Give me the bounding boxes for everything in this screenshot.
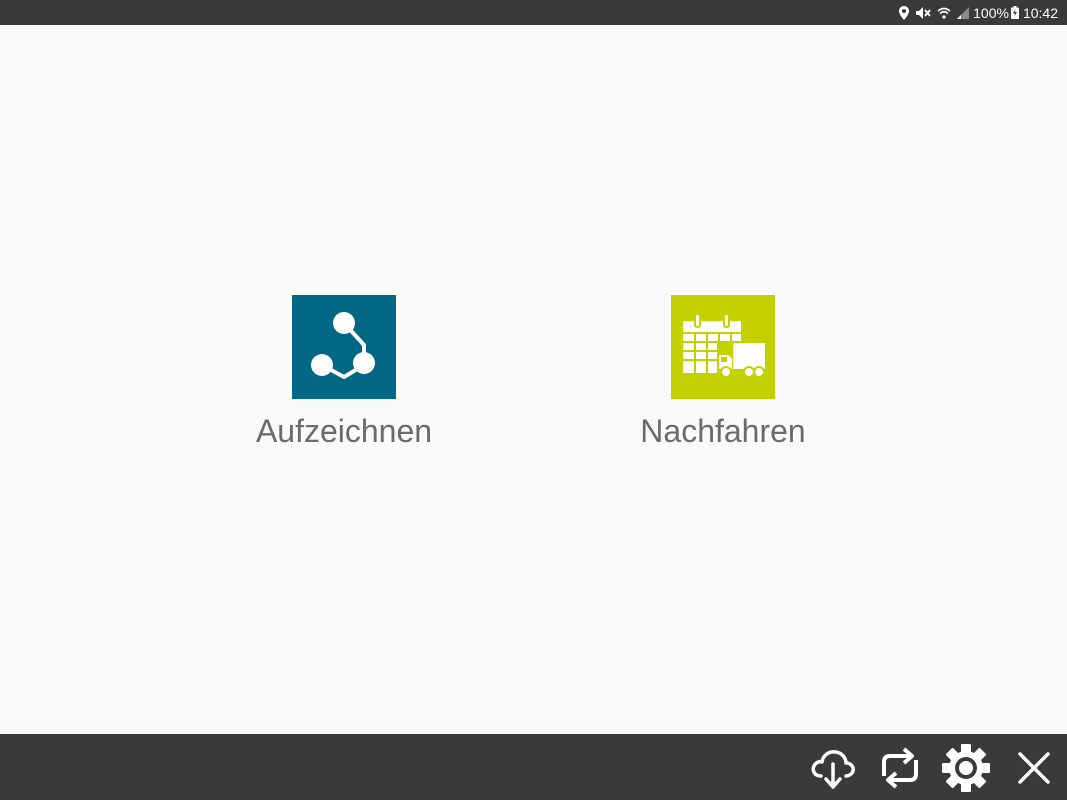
status-bar: 100% 10:42 (0, 0, 1067, 25)
sync-icon (882, 747, 918, 789)
sync-button[interactable] (874, 742, 926, 794)
calendar-truck-icon (671, 295, 775, 399)
close-button[interactable] (1008, 742, 1060, 794)
bottom-toolbar (0, 734, 1067, 800)
cloud-download-button[interactable] (807, 742, 859, 794)
route-nodes-icon (292, 295, 396, 399)
mute-icon (915, 6, 931, 20)
battery-percentage: 100% (973, 4, 1009, 21)
record-label: Aufzeichnen (255, 413, 433, 449)
location-icon (899, 5, 910, 20)
settings-gear-icon (942, 744, 990, 792)
close-icon (1018, 752, 1050, 784)
settings-button[interactable] (940, 742, 992, 794)
main-content: Aufzeichnen Nachfahren (0, 25, 1067, 734)
cloud-download-icon (811, 750, 855, 789)
signal-icon (957, 6, 970, 19)
follow-tile[interactable]: Nachfahren (613, 295, 833, 450)
wifi-icon (937, 7, 951, 19)
clock: 10:42 (1022, 4, 1058, 21)
record-tile[interactable]: Aufzeichnen (232, 295, 456, 450)
follow-label: Nachfahren (640, 413, 806, 449)
battery-icon (1010, 6, 1019, 19)
